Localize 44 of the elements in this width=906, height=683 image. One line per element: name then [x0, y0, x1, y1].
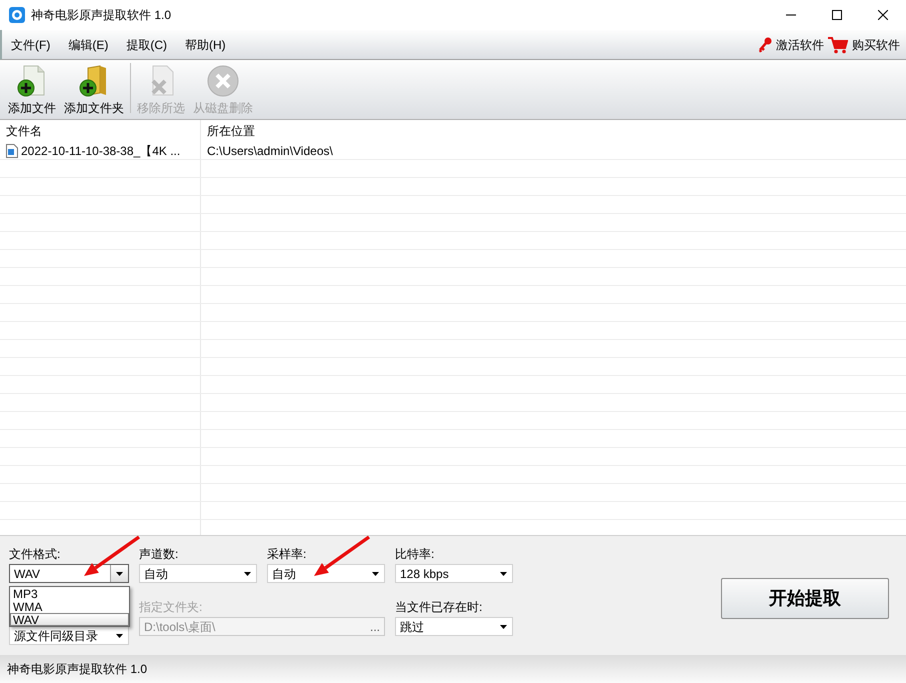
menu-item[interactable]: 帮助(H): [176, 34, 235, 56]
maximize-icon: [832, 10, 842, 20]
field-label: 当文件已存在时:: [395, 599, 484, 616]
close-icon: [878, 10, 888, 20]
dropdown-arrow-icon: [500, 572, 507, 576]
column-header[interactable]: 文件名: [0, 120, 201, 142]
dropdown-arrow-icon: [244, 572, 251, 576]
column-header[interactable]: 所在位置: [201, 120, 906, 142]
format-dropdown[interactable]: WAV: [9, 564, 129, 583]
dropdown-option[interactable]: WMA: [10, 600, 129, 613]
dropdown-arrow-icon: [372, 572, 379, 576]
table-cell-text: C:\Users\admin\Videos\: [207, 142, 333, 160]
dropdown-option[interactable]: WAV: [10, 613, 129, 626]
exists-dropdown[interactable]: 跳过: [395, 617, 513, 636]
bitrate-dropdown[interactable]: 128 kbps: [395, 564, 513, 583]
cart-icon: [828, 36, 848, 54]
channels-dropdown[interactable]: 自动: [139, 564, 257, 583]
field-label: 比特率:: [395, 546, 436, 563]
table-cell-text: 2022-10-11-10-38-38_【4K ...: [21, 142, 180, 160]
circle-x-icon: [207, 65, 239, 97]
app-icon: [9, 7, 25, 23]
arrow-drawing: [312, 535, 372, 579]
status-text: 神奇电影原声提取软件 1.0: [7, 661, 148, 678]
menu-item[interactable]: 编辑(E): [59, 34, 118, 56]
audio-file-icon: [6, 144, 18, 158]
field-label: 采样率:: [267, 546, 308, 563]
field-label: 指定文件夹:: [139, 599, 204, 616]
field-label: 文件格式:: [9, 546, 62, 563]
menu-item[interactable]: 提取(C): [117, 34, 176, 56]
dropdown-arrow-icon: [116, 572, 123, 576]
key-icon: [758, 36, 772, 52]
start-button[interactable]: 开始提取: [721, 578, 889, 619]
window-title: 神奇电影原声提取软件 1.0: [31, 7, 172, 24]
output-dir-dropdown[interactable]: 源文件同级目录: [9, 626, 129, 645]
field-label: 声道数:: [139, 546, 180, 563]
activate-link[interactable]: 激活软件: [758, 36, 824, 54]
toolbar-button[interactable]: 添加文件: [4, 65, 60, 115]
sample-rate-dropdown[interactable]: 自动: [267, 564, 385, 583]
dropdown-arrow-icon: [500, 624, 507, 628]
menu-item[interactable]: 文件(F): [2, 34, 60, 56]
dropdown-option[interactable]: MP3: [10, 587, 129, 600]
toolbar-button[interactable]: 添加文件夹: [60, 65, 128, 115]
buy-link[interactable]: 购买软件: [828, 36, 900, 54]
dropdown-arrow-icon: [116, 634, 123, 638]
